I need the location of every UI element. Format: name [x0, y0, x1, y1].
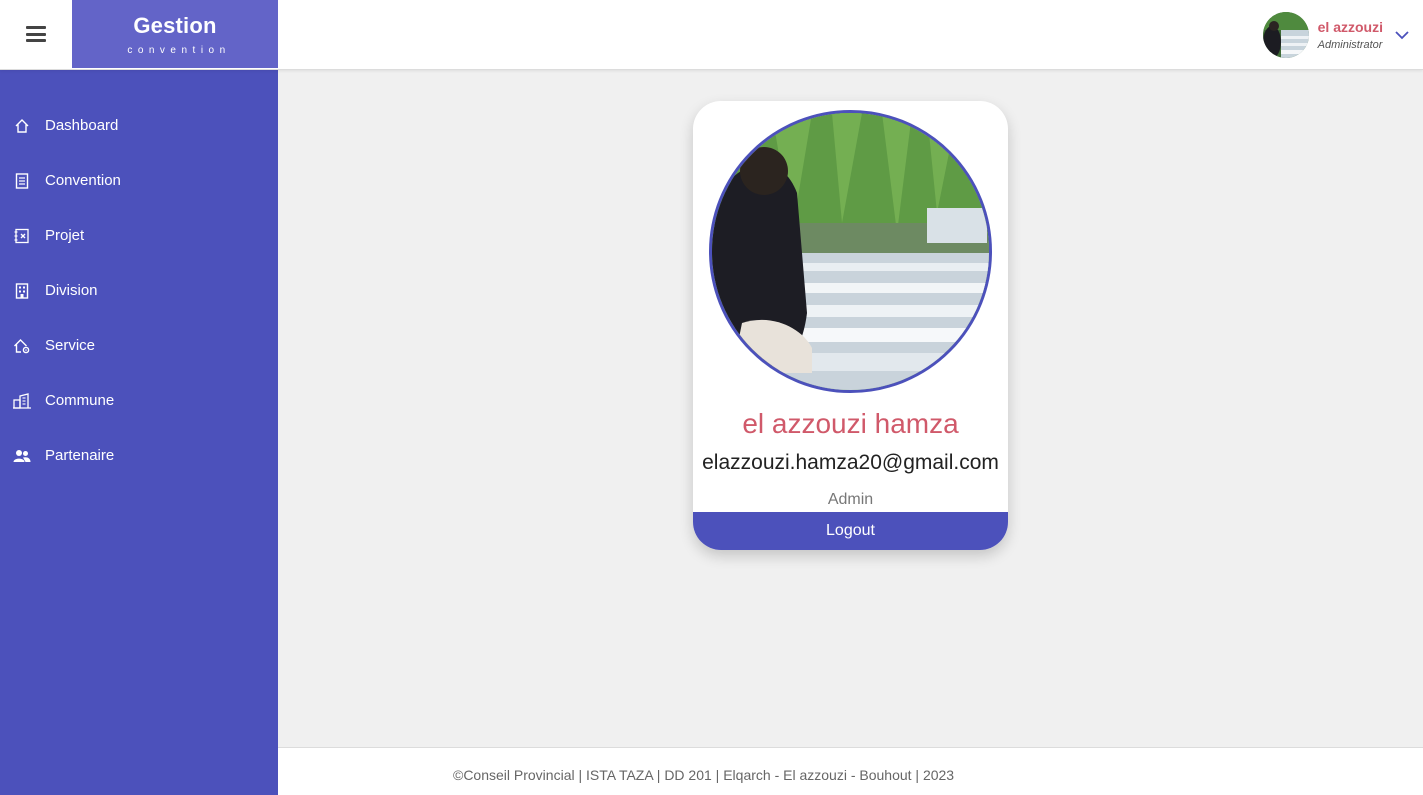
sidebar-item-service[interactable]: Service [0, 318, 278, 373]
brand-logo[interactable]: Gestion convention [72, 0, 278, 68]
logout-button[interactable]: Logout [693, 512, 1008, 550]
profile-card: el azzouzi hamza elazzouzi.hamza20@gmail… [693, 101, 1008, 550]
sidebar-nav: Dashboard Convention Projet Division Ser… [0, 68, 278, 483]
profile-email: elazzouzi.hamza20@gmail.com [702, 451, 999, 474]
user-role: Administrator [1317, 39, 1383, 51]
sidebar-item-convention[interactable]: Convention [0, 153, 278, 208]
sidebar-item-commune[interactable]: Commune [0, 373, 278, 428]
top-bar: Gestion convention el azzouzi Administra… [0, 0, 1423, 70]
home-icon [12, 116, 32, 136]
sidebar-item-partenaire[interactable]: Partenaire [0, 428, 278, 483]
profile-name: el azzouzi hamza [742, 408, 959, 439]
chevron-down-icon [1395, 31, 1409, 40]
city-icon [12, 391, 32, 411]
profile-role: Admin [827, 491, 874, 508]
footer: ©Conseil Provincial | ISTA TAZA | DD 201… [278, 747, 1423, 795]
receipt-icon [12, 226, 32, 246]
brand-subtitle: convention [127, 45, 231, 56]
sidebar-item-dashboard[interactable]: Dashboard [0, 98, 278, 153]
sidebar-item-label: Division [45, 282, 98, 299]
sidebar-item-label: Dashboard [45, 117, 119, 134]
sidebar-item-label: Partenaire [45, 447, 115, 464]
brand-title: Gestion [133, 13, 217, 38]
sidebar-item-label: Convention [45, 172, 121, 189]
users-icon [12, 446, 32, 466]
footer-text: ©Conseil Provincial | ISTA TAZA | DD 201… [453, 767, 955, 783]
hamburger-menu-button[interactable] [0, 0, 72, 68]
hamburger-icon [26, 26, 46, 42]
sidebar-item-label: Service [45, 337, 96, 354]
sidebar-item-projet[interactable]: Projet [0, 208, 278, 263]
sidebar-item-division[interactable]: Division [0, 263, 278, 318]
document-icon [12, 171, 32, 191]
avatar [1262, 12, 1309, 58]
building-icon [12, 281, 32, 301]
sidebar-item-label: Commune [45, 392, 115, 409]
profile-photo [709, 110, 992, 393]
user-name: el azzouzi [1317, 19, 1383, 35]
sidebar: Dashboard Convention Projet Division Ser… [0, 68, 278, 795]
sidebar-item-label: Projet [45, 227, 85, 244]
house-gear-icon [12, 336, 32, 356]
user-menu[interactable]: el azzouzi Administrator [1262, 12, 1409, 58]
